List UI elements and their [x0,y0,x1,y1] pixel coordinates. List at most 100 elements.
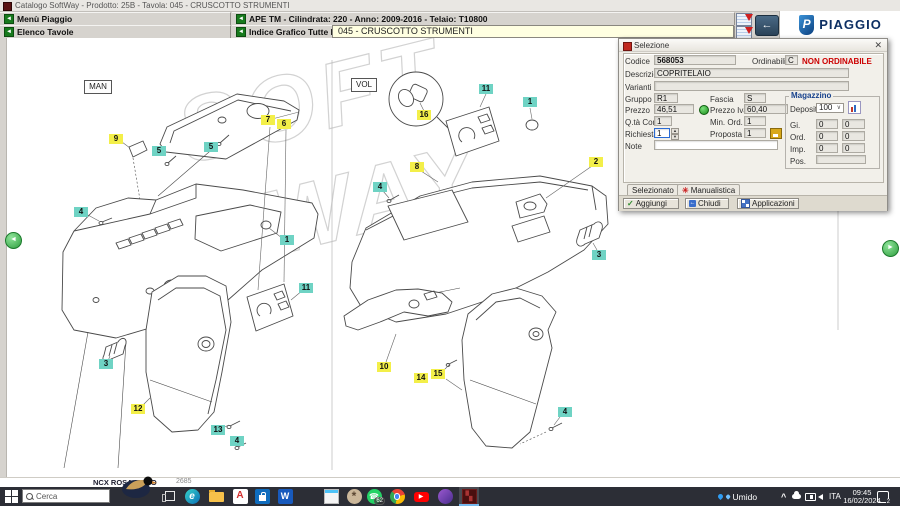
varianti-field[interactable] [654,81,849,91]
part-label-4[interactable]: 4 [373,182,387,192]
part-label-13[interactable]: 13 [211,425,225,435]
pos-field[interactable] [816,155,866,164]
codice-field[interactable]: 568053 [654,55,736,65]
part-label-4[interactable]: 4 [230,436,244,446]
ordinabilita-field[interactable]: C [785,55,798,65]
onedrive-cloud-icon[interactable] [792,487,801,506]
start-button[interactable] [5,490,18,503]
part-label-9[interactable]: 9 [109,134,123,144]
imp-field-1[interactable]: 0 [816,143,838,153]
part-label-3[interactable]: 3 [592,250,606,260]
note-field[interactable] [654,140,778,150]
prev-table-button[interactable]: ◄ [5,232,22,249]
part-label-16[interactable]: 16 [417,110,431,120]
weather-widget[interactable]: Umido [718,487,757,506]
part-label-5[interactable]: 5 [152,146,166,156]
app-icon [3,2,12,11]
part-label-4[interactable]: 4 [74,207,88,217]
menu-row-1: ◄ Menù Piaggio ◄ APE TM - Cilindrata: 22… [0,12,735,25]
qta-conf-field[interactable]: 1 [654,116,672,126]
back-button[interactable]: ← [755,15,779,36]
chrome-icon[interactable] [387,487,407,506]
part-label-14[interactable]: 14 [414,373,428,383]
gi-label: Gi. [790,121,800,130]
close-icon[interactable]: ✕ [874,40,882,51]
chiudi-button[interactable]: ← Chiudi [685,198,729,209]
part-label-8[interactable]: 8 [410,162,424,172]
prezzo-ivato-field[interactable]: 60,40 [744,104,788,114]
game-icon[interactable]: * [344,487,364,506]
gruppo-ord-field[interactable]: R1 [654,93,678,103]
taskview-icon[interactable] [160,487,180,506]
imp-label: Imp. [790,145,806,154]
notepad-icon[interactable] [321,487,341,506]
explorer-icon[interactable] [206,487,226,506]
fascia-field[interactable]: S [744,93,766,103]
action-center-icon[interactable]: 2 [877,487,889,506]
brand-name: PIAGGIO [819,17,882,32]
deposito-select[interactable]: 100∨ [816,103,844,113]
clock[interactable]: 09:45 16/02/2024 [842,487,882,506]
proposta-field[interactable]: 1 [744,128,766,138]
green-arrow-icon: ◄ [4,14,14,24]
part-label-10[interactable]: 10 [377,362,391,372]
store-icon[interactable] [252,487,272,506]
part-label-11[interactable]: 11 [479,84,493,94]
green-arrow-icon: ◄ [236,14,246,24]
vehicle-info-bar[interactable]: ◄ APE TM - Cilindrata: 220 - Anno: 2009-… [232,12,735,25]
whatsapp-icon[interactable]: ☎62 [364,487,384,506]
menu-piaggio-button[interactable]: ◄ Menù Piaggio [0,12,231,25]
green-arrow-icon: ◄ [4,27,14,37]
part-label-4[interactable]: 4 [558,407,572,417]
min-ord-field[interactable]: 1 [744,116,766,126]
section-label-man: MAN [84,80,112,94]
richiesta-spinner[interactable]: ▲▼ [671,128,679,138]
elenco-tavole-button[interactable]: ◄ Elenco Tavole [0,25,231,38]
part-label-11[interactable]: 11 [299,283,313,293]
prezzo-field[interactable]: 46,51 [654,104,694,114]
window-title: Catalogo SoftWay - Prodotto: 25B - Tavol… [15,1,290,10]
descrizione-field[interactable]: COPRITELAIO [654,68,849,78]
dealer-logo-icon [118,472,158,502]
applicazioni-button[interactable]: Applicazioni [737,198,799,209]
ord-field-2[interactable]: 0 [842,131,865,141]
part-label-1[interactable]: 1 [523,97,537,107]
language-indicator[interactable]: ITA [829,487,841,506]
catalog-icon[interactable]: ▚ [459,487,479,506]
part-label-1[interactable]: 1 [280,235,294,245]
pos-label: Pos. [790,157,806,166]
youtube-icon[interactable]: ▶ [411,487,431,506]
part-label-2[interactable]: 2 [589,157,603,167]
dialog-icon [623,42,632,51]
filter-icon[interactable] [736,13,752,26]
imp-field-2[interactable]: 0 [842,143,865,153]
gi-field-1[interactable]: 0 [816,119,838,129]
search-icon [26,493,33,500]
table-combobox[interactable]: 045 - CRUSCOTTO STRUMENTI [332,25,734,38]
richiesta-field[interactable]: 1 [654,128,670,138]
green-arrow-icon: ◄ [236,27,246,37]
edge-icon[interactable]: e [182,487,202,506]
part-label-7[interactable]: 7 [261,115,275,125]
aggiungi-button[interactable]: ✓ Aggiungi [623,198,679,209]
stock-chart-icon[interactable] [848,101,861,114]
taskbar-search[interactable]: Cerca [22,489,110,503]
cart-icon[interactable] [770,128,782,139]
acrobat-icon[interactable]: A [230,487,250,506]
next-table-button[interactable]: ► [882,240,899,257]
tray-chevron-icon[interactable]: ^ [781,487,786,506]
magazzino-title: Magazzino [789,91,833,100]
word-icon[interactable]: W [275,487,295,506]
ord-label: Ord. [790,133,806,142]
part-label-6[interactable]: 6 [277,119,291,129]
gi-field-2[interactable]: 0 [842,119,865,129]
dialog-titlebar[interactable]: Selezione ✕ [619,39,887,52]
part-label-5[interactable]: 5 [204,142,218,152]
part-label-3[interactable]: 3 [99,359,113,369]
part-label-15[interactable]: 15 [431,369,445,379]
media-purple-icon[interactable] [435,487,455,506]
part-label-12[interactable]: 12 [131,404,145,414]
ord-field-1[interactable]: 0 [816,131,838,141]
speaker-icon[interactable] [818,487,823,506]
tray-date: 16/02/2024 [843,497,881,505]
